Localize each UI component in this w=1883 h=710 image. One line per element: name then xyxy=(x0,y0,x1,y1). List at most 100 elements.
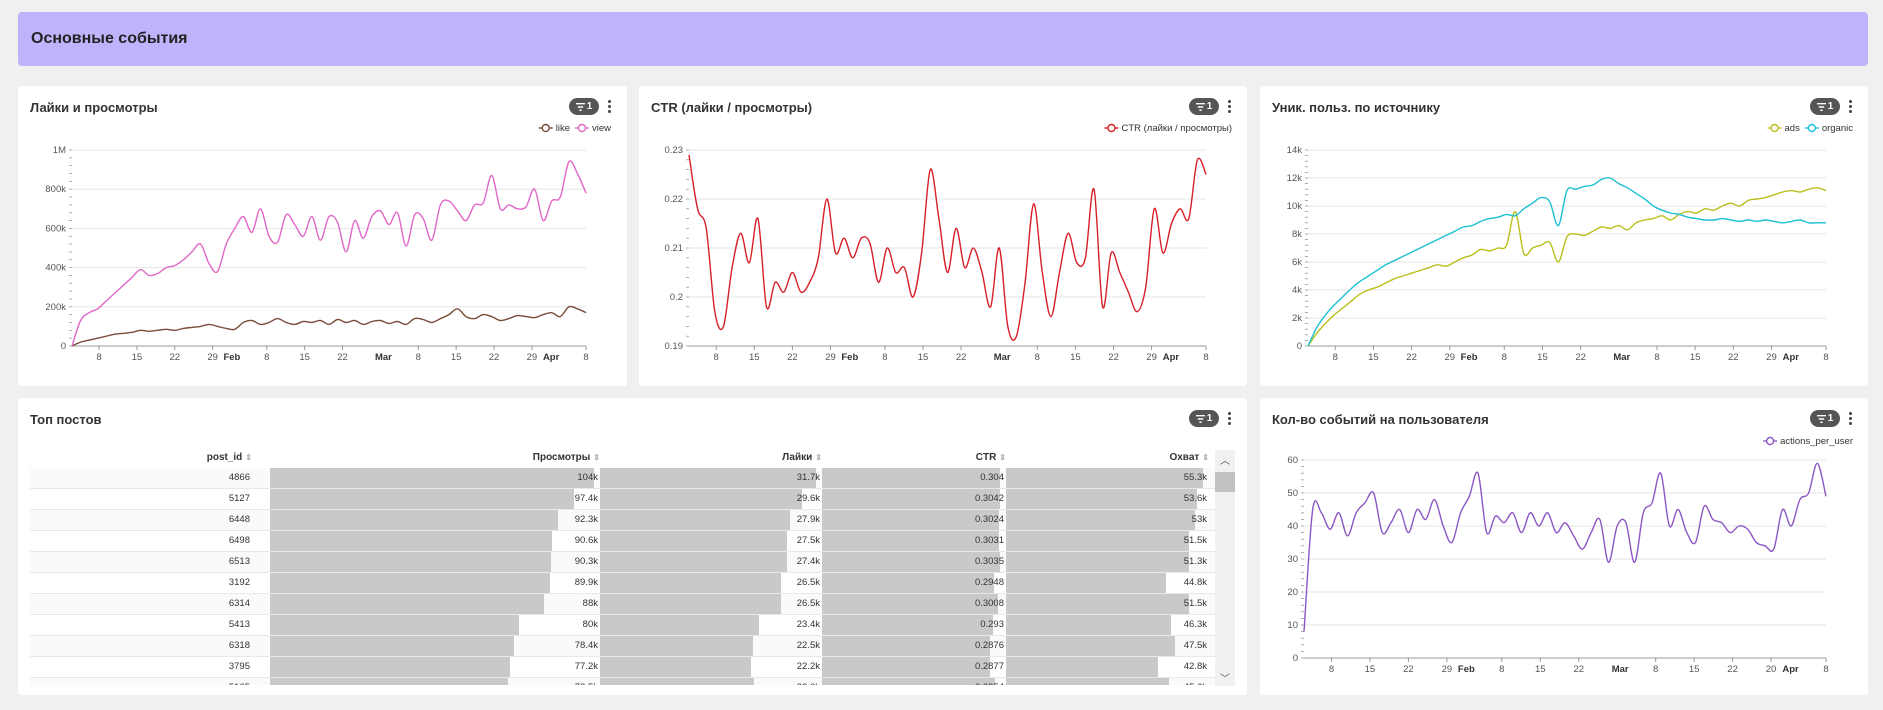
cell-ctr: 0.3008 xyxy=(822,594,1006,614)
x-tick-label: 8 xyxy=(714,352,719,363)
cell-views: 104k xyxy=(270,468,600,488)
x-tick-label: 22 xyxy=(1728,352,1739,363)
cell-views: 78.4k xyxy=(270,636,600,656)
cell-reach: 45.6k xyxy=(1006,678,1209,685)
column-header-likes[interactable]: Лайки ⇕ xyxy=(600,452,822,463)
cell-value: 55.3k xyxy=(1183,472,1207,483)
table-row[interactable]: 5127 97.4k 29.6k 0.3042 53.6k xyxy=(30,489,1233,510)
x-tick-label: 8 xyxy=(1654,352,1659,363)
cell-views: 77.2k xyxy=(270,657,600,677)
cell-post-id: 5127 xyxy=(30,489,252,509)
cell-reach: 51.5k xyxy=(1006,531,1209,551)
table-row[interactable]: 4866 104k 31.7k 0.304 55.3k xyxy=(30,468,1233,489)
cell-value: 0.3031 xyxy=(974,535,1004,546)
cell-bar xyxy=(270,552,552,572)
legend-marker[interactable] xyxy=(1107,123,1116,133)
column-header-views[interactable]: Просмотры ⇕ xyxy=(270,452,600,463)
x-tick-label: 15 xyxy=(918,352,929,363)
table-row[interactable]: 6318 78.4k 22.5k 0.2876 47.5k xyxy=(30,636,1233,657)
cell-post-id: 5413 xyxy=(30,615,252,635)
table-row[interactable]: 6448 92.3k 27.9k 0.3024 53k xyxy=(30,510,1233,531)
cell-bar xyxy=(822,510,999,530)
table-row[interactable]: 3795 77.2k 22.2k 0.2877 42.8k xyxy=(30,657,1233,678)
legend-marker[interactable] xyxy=(541,123,550,133)
cell-ctr: 0.293 xyxy=(822,615,1006,635)
cell-value: 77.2k xyxy=(574,661,598,672)
cell-value: 3795 xyxy=(228,661,250,672)
x-tick-label: 22 xyxy=(956,352,967,363)
cell-value: 6513 xyxy=(228,556,250,567)
x-tick-label: 8 xyxy=(583,352,588,363)
table-row[interactable]: 5413 80k 23.4k 0.293 46.3k xyxy=(30,615,1233,636)
table-row[interactable]: 5165 76.5k 22.6k 0.2954 45.6k xyxy=(30,678,1233,685)
y-tick-label: 600k xyxy=(45,223,66,234)
legend-marker[interactable] xyxy=(577,123,587,133)
cell-value: 80k xyxy=(582,619,598,630)
cell-bar xyxy=(600,531,788,551)
cell-value: 44.8k xyxy=(1183,577,1207,588)
y-tick-label: 0.22 xyxy=(665,194,684,205)
y-tick-label: 10 xyxy=(1287,620,1298,631)
filter-badge[interactable]: 1 xyxy=(1189,410,1219,427)
cell-likes: 29.6k xyxy=(600,489,822,509)
cell-bar xyxy=(1006,510,1195,530)
cell-reach: 46.3k xyxy=(1006,615,1209,635)
scroll-down-icon[interactable]: ﹀ xyxy=(1215,668,1235,686)
table-row[interactable]: 6513 90.3k 27.4k 0.3035 51.3k xyxy=(30,552,1233,573)
scroll-thumb[interactable] xyxy=(1215,472,1235,492)
more-menu-icon[interactable] xyxy=(1225,410,1233,427)
x-tick-label: Feb xyxy=(1458,664,1475,675)
table-scrollbar[interactable]: ︿ ﹀ xyxy=(1215,450,1235,686)
x-tick-label: 15 xyxy=(1070,352,1081,363)
cell-value: 5413 xyxy=(228,619,250,630)
cell-bar xyxy=(1006,657,1159,677)
y-tick-label: 0.2 xyxy=(670,292,683,303)
legend-marker[interactable] xyxy=(1765,436,1775,446)
cell-ctr: 0.2877 xyxy=(822,657,1006,677)
cell-value: 78.4k xyxy=(574,640,598,651)
cell-value: 89.9k xyxy=(574,577,598,588)
cell-reach: 42.8k xyxy=(1006,657,1209,677)
table-row[interactable]: 6498 90.6k 27.5k 0.3031 51.5k xyxy=(30,531,1233,552)
x-tick-label: 8 xyxy=(1329,664,1334,675)
cell-value: 6448 xyxy=(228,514,250,525)
dashboard-page: Основные события Лайки и просмотры 1 0 20… xyxy=(0,0,1883,710)
cell-ctr: 0.3042 xyxy=(822,489,1006,509)
x-tick-label: Apr xyxy=(1783,352,1800,363)
cell-value: 51.5k xyxy=(1183,598,1207,609)
panel-ctr: CTR (лайки / просмотры) 1 0.19 0.2 0.21 0.2… xyxy=(639,86,1247,386)
x-tick-label: 8 xyxy=(1333,352,1338,363)
y-tick-label: 8k xyxy=(1292,229,1302,240)
column-header-ctr[interactable]: CTR ⇕ xyxy=(822,452,1006,463)
series-line-like xyxy=(71,305,587,347)
x-tick-label: 15 xyxy=(1368,352,1379,363)
cell-bar xyxy=(600,678,754,685)
legend-marker[interactable] xyxy=(1807,123,1817,133)
legend-marker[interactable] xyxy=(1770,123,1779,133)
x-tick-label: 8 xyxy=(882,352,887,363)
table-row[interactable]: 6314 88k 26.5k 0.3008 51.5k xyxy=(30,594,1233,615)
column-header-reach[interactable]: Охват ⇕ xyxy=(1006,452,1209,463)
column-header-post-id[interactable]: post_id ⇕ xyxy=(30,452,252,463)
cell-value: 22.2k xyxy=(796,661,820,672)
cell-views: 92.3k xyxy=(270,510,600,530)
cell-bar xyxy=(1006,573,1166,593)
table-row[interactable]: 3192 89.9k 26.5k 0.2948 44.8k xyxy=(30,573,1233,594)
cell-likes: 26.5k xyxy=(600,573,822,593)
x-tick-label: 29 xyxy=(1146,352,1157,363)
scroll-up-icon[interactable]: ︿ xyxy=(1215,450,1235,468)
cell-ctr: 0.3031 xyxy=(822,531,1006,551)
x-tick-label: 22 xyxy=(1575,352,1586,363)
cell-bar xyxy=(822,489,1000,509)
cell-value: 92.3k xyxy=(574,514,598,525)
sort-icon: ⇕ xyxy=(1202,453,1209,462)
x-tick-label: 22 xyxy=(170,352,181,363)
x-tick-label: Mar xyxy=(375,352,392,363)
cell-value: 0.2948 xyxy=(974,577,1004,588)
cell-bar xyxy=(270,615,520,635)
cell-post-id: 6448 xyxy=(30,510,252,530)
cell-bar xyxy=(822,531,1000,551)
x-tick-label: Feb xyxy=(841,352,858,363)
y-tick-label: 0 xyxy=(1297,341,1302,352)
cell-likes: 27.5k xyxy=(600,531,822,551)
